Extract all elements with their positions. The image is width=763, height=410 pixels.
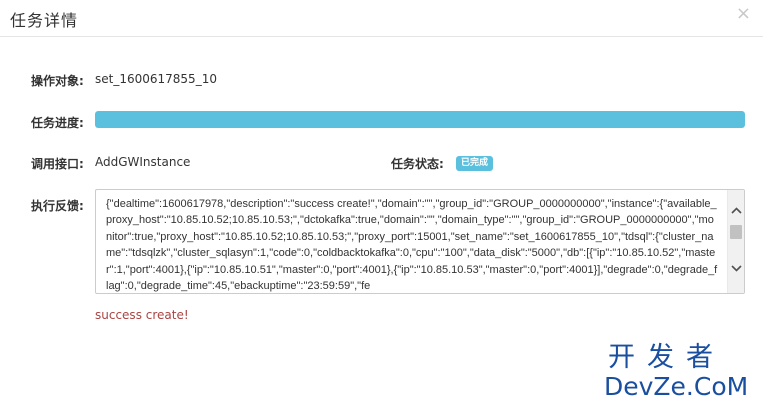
interface-label: 调用接口: (31, 157, 84, 171)
status-badge: 已完成 (456, 156, 494, 171)
progress-label: 任务进度: (31, 116, 84, 130)
progress-bar (95, 111, 745, 128)
target-label: 操作对象: (31, 74, 84, 88)
watermark-en: DevZe.CoM (604, 372, 749, 401)
progress-fill (95, 111, 745, 128)
feedback-text: {"dealtime":1600617978,"description":"su… (106, 198, 718, 293)
feedback-textarea[interactable]: {"dealtime":1600617978,"description":"su… (95, 189, 745, 294)
watermark-cn: 开发者 (608, 342, 725, 373)
scroll-thumb[interactable] (730, 225, 742, 239)
watermark-logo: 开发者 DevZe.CoM (604, 343, 759, 403)
dialog-title: 任务详情 (10, 11, 79, 30)
scroll-up-icon[interactable] (728, 202, 744, 219)
close-icon[interactable]: × (736, 5, 751, 23)
dialog-header: 任务详情 × (0, 0, 763, 37)
feedback-label: 执行反馈: (31, 199, 84, 213)
feedback-scrollbar[interactable] (727, 190, 744, 293)
scroll-down-icon[interactable] (728, 260, 744, 277)
interface-value: AddGWInstance (95, 155, 191, 169)
status-label: 任务状态: (391, 157, 444, 171)
result-message: success create! (95, 308, 189, 322)
target-value: set_1600617855_10 (95, 72, 217, 86)
